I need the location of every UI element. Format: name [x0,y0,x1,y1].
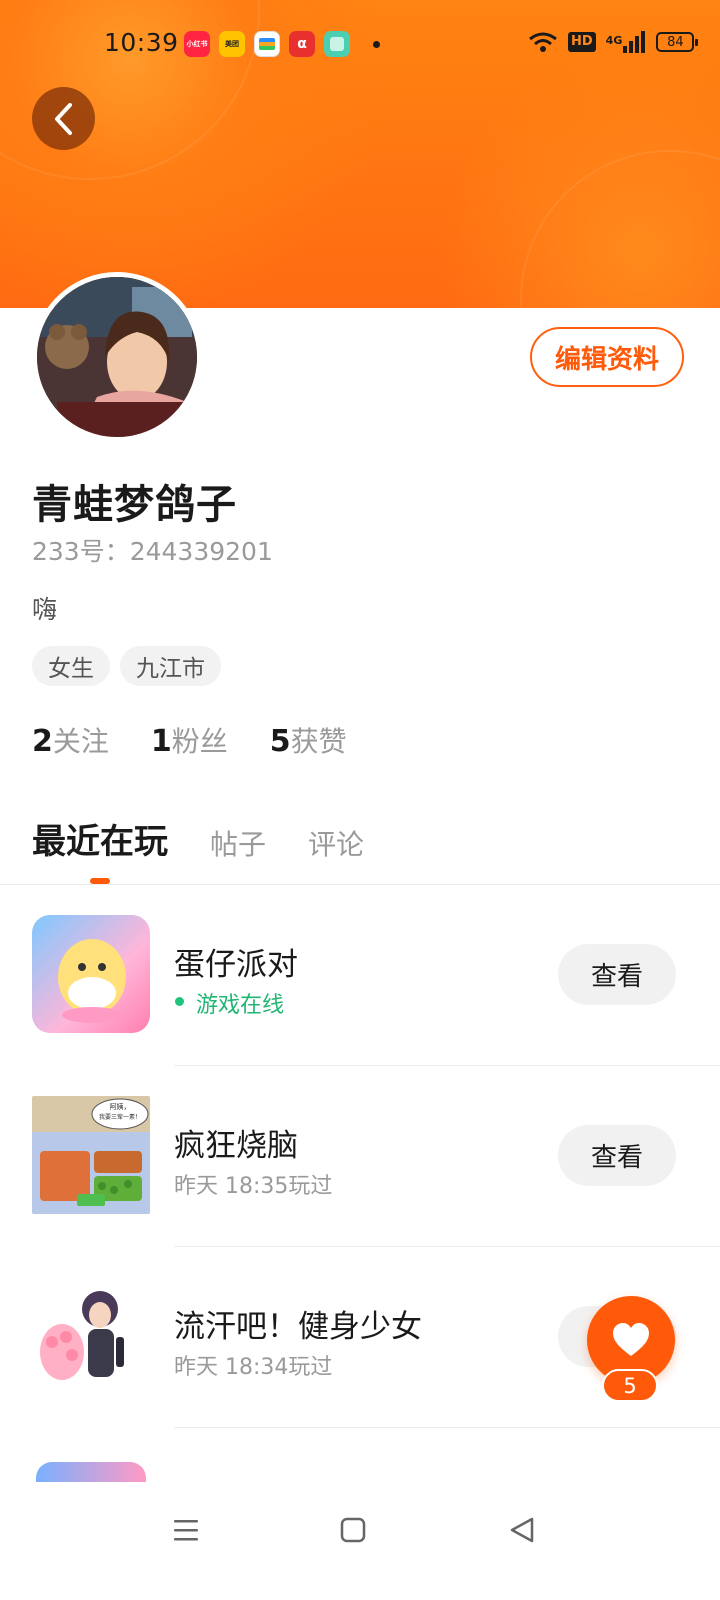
stat-following-count: 2 [32,724,53,759]
game-icon-partial [36,1462,146,1482]
status-indicators: HD 4G 84 [528,31,699,53]
triangle-back-icon [510,1517,534,1543]
stat-fans[interactable]: 1 粉丝 [151,720,228,760]
menu-icon [174,1520,198,1541]
battery-level: 84 [667,34,684,50]
stat-following[interactable]: 2 关注 [32,720,109,760]
notification-app-icons: 小红书 美团 α [184,31,350,57]
wifi-icon [529,32,557,52]
game-last-played: 昨天 18:35玩过 [174,1174,333,1199]
game-title: 蛋仔派对 [174,947,298,983]
stat-likes-label: 获赞 [290,725,347,758]
view-button[interactable]: 查看 [558,1125,676,1186]
heart-icon [613,1323,649,1356]
avatar[interactable] [32,272,202,442]
meituan-icon: 美团 [219,31,245,57]
game-last-played: 昨天 18:34玩过 [174,1355,333,1380]
status-bar: 10:39 小红书 美团 α HD 4G 84 [0,0,720,90]
back-nav-button[interactable] [502,1510,542,1550]
red-app-icon: α [289,31,315,57]
game-status: 游戏在线 [196,993,285,1018]
notification-dot [373,41,380,48]
stat-fans-count: 1 [150,724,172,759]
hd-badge: HD [568,32,596,52]
tag-city: 九江市 [120,646,221,686]
profile-stats: 2 关注 1 粉丝 5 获赞 [32,720,347,760]
profile-tags: 女生 九江市 [32,646,221,686]
online-status-dot [175,997,184,1006]
game-icon-eggy-party [32,915,150,1033]
tag-gender: 女生 [32,646,110,686]
game-icon-sweat-fitness-girl [32,1277,150,1395]
svg-text:我要三荤一素！: 我要三荤一素！ [99,1113,141,1121]
status-time: 10:39 [104,28,179,57]
system-nav-bar [0,1482,720,1600]
game-title: 流汗吧！健身少女 [174,1309,422,1345]
tab-posts[interactable]: 帖子 [210,823,266,863]
like-count-badge: 5 [602,1369,658,1402]
svg-text:阿姨，: 阿姨， [110,1102,131,1111]
profile-tabs: 最近在玩 帖子 评论 [32,814,364,863]
avatar-image [37,277,197,437]
view-button[interactable]: 查看 [558,944,676,1005]
edit-profile-button[interactable]: 编辑资料 [530,327,684,387]
tab-comments[interactable]: 评论 [308,823,364,863]
game-row[interactable]: 阿姨， 我要三荤一素！ 疯狂烧脑 昨天 18:35玩过 查看 [0,1066,720,1247]
game-icon-crazy-brain: 阿姨， 我要三荤一素！ [32,1096,150,1214]
game-title: 疯狂烧脑 [174,1128,298,1164]
bio: 嗨 [32,595,58,624]
chevron-left-icon [54,102,72,135]
wallet-icon [254,31,280,57]
user-id: 233号：244339201 [32,537,273,566]
stat-likes[interactable]: 5 获赞 [270,720,347,760]
battery-icon: 84 [656,32,699,52]
square-icon [340,1517,366,1543]
game-row[interactable]: 蛋仔派对 游戏在线 查看 [0,885,720,1066]
username: 青蛙梦鸽子 [32,482,237,528]
stat-following-label: 关注 [52,725,109,758]
back-button[interactable] [32,87,95,150]
cell-signal-icon: 4G [606,31,647,53]
green-app-icon [324,31,350,57]
menu-button[interactable] [166,1510,206,1550]
stat-likes-count: 5 [269,724,291,759]
tab-recently-played[interactable]: 最近在玩 [32,814,168,863]
stat-fans-label: 粉丝 [171,725,228,758]
row-divider [174,1427,720,1428]
home-button[interactable] [333,1510,373,1550]
xiaohongshu-icon: 小红书 [184,31,210,57]
